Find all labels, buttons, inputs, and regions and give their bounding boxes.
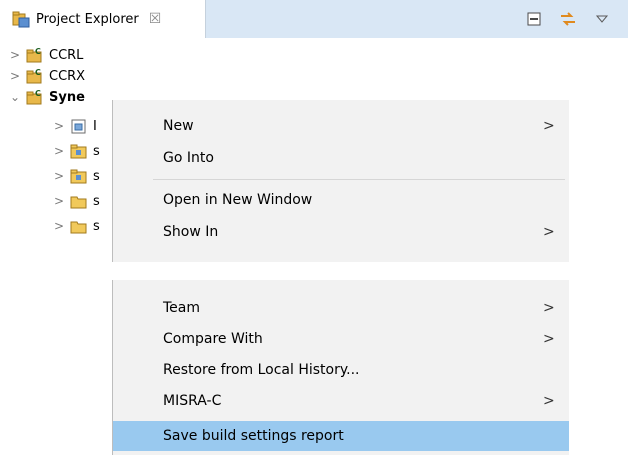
source-folder-icon <box>70 169 87 184</box>
tree-item-label: s <box>93 193 100 209</box>
tree-item-ccrx[interactable]: > C CCRX <box>8 66 85 86</box>
chevron-right-icon[interactable]: > <box>52 144 66 158</box>
tree-item-ccrl[interactable]: > C CCRL <box>8 45 83 65</box>
c-project-icon: C <box>26 47 42 63</box>
submenu-arrow-icon: > <box>543 118 555 134</box>
includes-icon <box>71 119 86 134</box>
menu-item-open-in-new-window[interactable]: Open in New Window <box>113 187 569 213</box>
chevron-down-icon[interactable]: ⌄ <box>8 90 22 104</box>
submenu-arrow-icon: > <box>543 393 555 409</box>
source-folder-icon <box>70 144 87 159</box>
menu-item-misra-c[interactable]: MISRA-C > <box>113 388 569 414</box>
menu-item-label: Compare With <box>163 331 263 347</box>
chevron-right-icon[interactable]: > <box>52 219 66 233</box>
submenu-arrow-icon: > <box>543 331 555 347</box>
svg-text:C: C <box>35 47 41 56</box>
tree-item-label: s <box>93 143 100 159</box>
tab-project-explorer[interactable]: Project Explorer ☒ <box>0 0 206 38</box>
context-menu-top: New > Go Into Open in New Window Show In… <box>112 100 569 262</box>
c-project-icon: C <box>26 68 42 84</box>
link-with-editor-icon[interactable] <box>558 9 578 29</box>
tab-title: Project Explorer <box>36 11 139 27</box>
chevron-right-icon[interactable]: > <box>52 169 66 183</box>
folder-icon <box>70 221 87 234</box>
menu-item-go-into[interactable]: Go Into <box>113 145 569 171</box>
tree-item-synergy-project[interactable]: ⌄ C Syne <box>8 87 85 107</box>
chevron-right-icon[interactable]: > <box>52 194 66 208</box>
chevron-right-icon[interactable]: > <box>8 69 22 83</box>
menu-item-label: Save build settings report <box>163 428 344 444</box>
svg-text:C: C <box>35 68 41 77</box>
svg-text:C: C <box>35 89 41 98</box>
menu-item-label: Restore from Local History... <box>163 362 360 378</box>
collapse-all-icon[interactable] <box>524 9 544 29</box>
tree-item-label: Syne <box>49 89 85 105</box>
menu-item-label: MISRA-C <box>163 393 222 409</box>
close-icon[interactable]: ☒ <box>149 11 162 27</box>
tree-item-label: s <box>93 168 100 184</box>
tree-child-source-folder[interactable]: > s <box>52 141 100 161</box>
tree-child-source-folder[interactable]: > s <box>52 166 100 186</box>
chevron-right-icon[interactable]: > <box>8 48 22 62</box>
menu-item-compare-with[interactable]: Compare With > <box>113 326 569 352</box>
tree-item-label: s <box>93 218 100 234</box>
project-explorer-icon <box>12 11 30 28</box>
folder-icon <box>70 196 87 209</box>
tree-child-folder[interactable]: > s <box>52 216 100 236</box>
submenu-arrow-icon: > <box>543 300 555 316</box>
menu-item-team[interactable]: Team > <box>113 295 569 321</box>
menu-item-label: Go Into <box>163 150 214 166</box>
menu-item-new[interactable]: New > <box>113 113 569 139</box>
view-toolbar <box>524 9 612 29</box>
menu-item-label: New <box>163 118 194 134</box>
view-menu-icon[interactable] <box>592 9 612 29</box>
menu-item-show-in[interactable]: Show In > <box>113 219 569 245</box>
tree-item-label: CCRL <box>49 47 84 63</box>
screenshot-crop-gap <box>0 262 628 280</box>
menu-item-save-build-settings-report[interactable]: Save build settings report <box>113 421 569 451</box>
chevron-right-icon[interactable]: > <box>52 119 66 133</box>
menu-separator <box>153 179 565 180</box>
tree-item-label: CCRX <box>49 68 86 84</box>
menu-item-label: Open in New Window <box>163 192 313 208</box>
tree-child-folder[interactable]: > s <box>52 191 100 211</box>
menu-item-label: Team <box>163 300 201 316</box>
menu-item-restore-from-local-history[interactable]: Restore from Local History... <box>113 357 569 383</box>
context-menu-bottom: Team > Compare With > Restore from Local… <box>112 280 569 455</box>
tree-item-label: I <box>93 118 97 134</box>
view-tab-bar: Project Explorer ☒ <box>0 0 628 38</box>
c-project-icon: C <box>26 89 42 105</box>
project-explorer-view: Project Explorer ☒ > C CCRL > C CCRX ⌄ C… <box>0 0 628 262</box>
tree-child-includes[interactable]: > I <box>52 116 97 136</box>
menu-item-label: Show In <box>163 224 219 240</box>
submenu-arrow-icon: > <box>543 224 555 240</box>
